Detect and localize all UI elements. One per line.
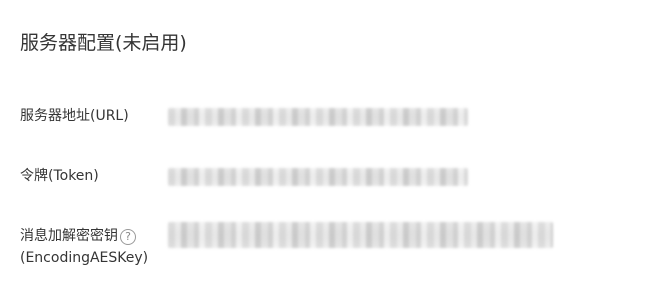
- token-label: 令牌(Token): [20, 168, 99, 184]
- encoding-aes-key-value: [168, 222, 553, 248]
- token-value: [168, 168, 468, 186]
- encoding-aes-key-label: 消息加解密密钥: [20, 228, 118, 244]
- encoding-aes-key-label-group: 消息加解密密钥? (EncodingAESKey): [20, 226, 148, 268]
- encoding-aes-key-sublabel: (EncodingAESKey): [20, 250, 149, 266]
- server-url-value: [168, 108, 468, 126]
- server-config-panel: 服务器配置(未启用) 服务器地址(URL) 令牌(Token) 消息加解密密钥?…: [0, 0, 650, 299]
- question-circle-icon[interactable]: ?: [120, 229, 136, 245]
- server-url-label: 服务器地址(URL): [20, 108, 129, 124]
- section-title: 服务器配置(未启用): [20, 32, 187, 54]
